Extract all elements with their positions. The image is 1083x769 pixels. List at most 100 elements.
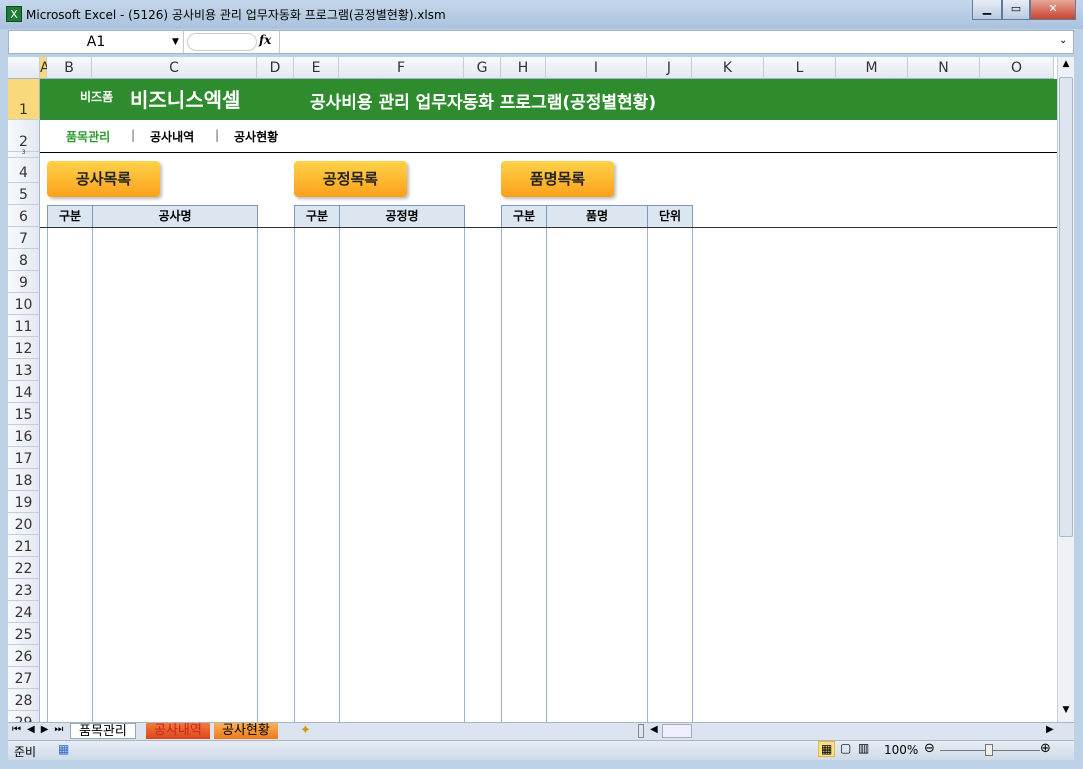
table-cell[interactable] [501,447,547,470]
table-cell[interactable] [47,469,93,492]
row-header-1[interactable]: 1 [8,79,40,120]
table-cell[interactable] [294,623,340,646]
row-header-14[interactable]: 14 [8,381,40,403]
table-cell[interactable] [294,403,340,426]
scroll-thumb[interactable] [1059,77,1073,537]
table-cell[interactable] [92,359,258,382]
row-header-20[interactable]: 20 [8,513,40,535]
table-cell[interactable] [647,293,693,316]
table-cell[interactable] [501,315,547,338]
table-cell[interactable] [546,271,648,294]
table-cell[interactable] [501,557,547,580]
row-header-11[interactable]: 11 [8,315,40,337]
table-cell[interactable] [546,227,648,250]
table-cell[interactable] [647,249,693,272]
worksheet-grid[interactable]: 비즈폼 비즈니스엑셀 공사비용 관리 업무자동화 프로그램(공정별현황) 품목관… [8,57,1058,722]
table-cell[interactable] [47,425,93,448]
table-cell[interactable] [501,667,547,690]
table-cell[interactable] [339,381,465,404]
column-header-H[interactable]: H [501,57,546,79]
table-cell[interactable] [92,667,258,690]
table-cell[interactable] [546,645,648,668]
column-header-F[interactable]: F [339,57,464,79]
sheet-tab-construction-status[interactable]: 공사현황 [214,723,278,739]
table-cell[interactable] [47,601,93,624]
table-cell[interactable] [501,491,547,514]
table-cell[interactable] [47,293,93,316]
table-cell[interactable] [501,337,547,360]
formula-expander[interactable] [187,33,257,51]
table-cell[interactable] [294,711,340,722]
table-cell[interactable] [47,667,93,690]
table-cell[interactable] [47,403,93,426]
table-cell[interactable] [546,711,648,722]
column-header-L[interactable]: L [764,57,836,79]
close-button[interactable]: ✕ [1030,0,1076,20]
table-cell[interactable] [546,491,648,514]
table-cell[interactable] [546,381,648,404]
table-cell[interactable] [647,337,693,360]
table-cell[interactable] [294,249,340,272]
table-cell[interactable] [339,601,465,624]
tab-navigation-arrows[interactable]: ⏮◀▶⏭ [12,724,69,735]
table-cell[interactable] [647,227,693,250]
page-break-icon[interactable]: ▥ [858,741,869,755]
table-cell[interactable] [294,645,340,668]
name-box[interactable]: A1 ▼ [9,31,184,53]
table-cell[interactable] [501,359,547,382]
hscroll-thumb[interactable] [662,724,692,738]
table-cell[interactable] [339,491,465,514]
table-cell[interactable] [647,557,693,580]
column-header-N[interactable]: N [908,57,980,79]
column-header-J[interactable]: J [647,57,692,79]
table-cell[interactable] [546,293,648,316]
table-cell[interactable] [339,227,465,250]
maximize-button[interactable]: ▭ [1002,0,1030,20]
table-cell[interactable] [647,601,693,624]
table-cell[interactable] [92,381,258,404]
section-button-3[interactable]: 품명목록 [501,161,614,197]
table-cell[interactable] [92,227,258,250]
table-cell[interactable] [92,513,258,536]
row-header-21[interactable]: 21 [8,535,40,557]
table-cell[interactable] [339,689,465,712]
table-cell[interactable] [47,315,93,338]
table-cell[interactable] [339,293,465,316]
row-header-13[interactable]: 13 [8,359,40,381]
table-cell[interactable] [647,535,693,558]
zoom-level[interactable]: 100% [884,743,918,757]
tab-split-handle[interactable] [638,724,644,738]
row-header-15[interactable]: 15 [8,403,40,425]
table-cell[interactable] [546,447,648,470]
table-cell[interactable] [647,425,693,448]
sheet-tab-items[interactable]: 품목관리 [70,723,136,739]
table-cell[interactable] [501,425,547,448]
table-cell[interactable] [92,601,258,624]
row-header-27[interactable]: 27 [8,667,40,689]
table-cell[interactable] [92,271,258,294]
nav-link-items[interactable]: 품목관리 [66,128,110,145]
table-cell[interactable] [92,447,258,470]
row-header-18[interactable]: 18 [8,469,40,491]
table-cell[interactable] [647,469,693,492]
table-cell[interactable] [546,403,648,426]
table-cell[interactable] [339,469,465,492]
table-cell[interactable] [501,381,547,404]
nav-link-construction-details[interactable]: 공사내역 [150,128,194,145]
table-cell[interactable] [47,359,93,382]
table-cell[interactable] [47,689,93,712]
scroll-left-icon[interactable]: ◀ [650,724,658,735]
table-cell[interactable] [339,513,465,536]
table-cell[interactable] [294,227,340,250]
sheet-tab-construction-details[interactable]: 공사내역 [146,723,210,739]
table-cell[interactable] [339,337,465,360]
table-cell[interactable] [92,337,258,360]
table-cell[interactable] [339,359,465,382]
table-cell[interactable] [47,447,93,470]
table-cell[interactable] [339,623,465,646]
table-cell[interactable] [339,425,465,448]
table-cell[interactable] [92,689,258,712]
table-cell[interactable] [647,381,693,404]
table-cell[interactable] [294,469,340,492]
select-all-corner[interactable] [8,57,40,79]
